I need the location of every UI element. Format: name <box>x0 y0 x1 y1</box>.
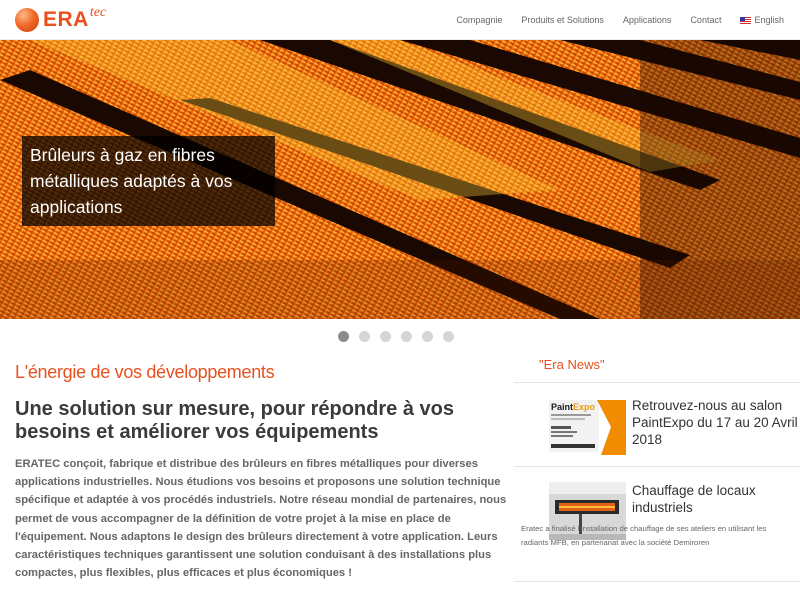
hero-caption: Brûleurs à gaz en fibres métalliques ada… <box>22 136 275 226</box>
logo-brand: ERA <box>43 8 89 31</box>
svg-text:PaintExpo: PaintExpo <box>551 402 596 412</box>
logo-sphere-icon <box>15 8 39 32</box>
nav-applications[interactable]: Applications <box>623 15 672 25</box>
news-section-title: "Era News" <box>539 357 605 372</box>
news-divider <box>514 382 800 383</box>
carousel-dot-1[interactable] <box>338 331 349 342</box>
news-divider <box>514 466 800 467</box>
carousel-dot-6[interactable] <box>443 331 454 342</box>
carousel-pagination <box>338 331 464 342</box>
news-divider <box>514 581 800 582</box>
news-item-chauffage[interactable]: Chauffage de locaux industriels <box>549 482 800 540</box>
hero-slider[interactable]: Brûleurs à gaz en fibres métalliques ada… <box>0 40 800 319</box>
nav-produits-solutions[interactable]: Produits et Solutions <box>521 15 604 25</box>
carousel-dot-4[interactable] <box>401 331 412 342</box>
news-item-paintexpo[interactable]: PaintExpo Retrouvez-nous au salon PaintE… <box>549 397 799 457</box>
nav-language-label: English <box>754 15 784 25</box>
nav-language-english[interactable]: English <box>740 15 784 25</box>
main-nav: Compagnie Produits et Solutions Applicat… <box>437 0 784 40</box>
eratec-logo[interactable]: ERA tec <box>15 5 107 34</box>
paintexpo-thumbnail[interactable]: PaintExpo <box>549 397 626 455</box>
news-heading-chauffage[interactable]: Chauffage de locaux industriels <box>632 482 800 516</box>
site-header: ERA tec Compagnie Produits et Solutions … <box>0 0 800 40</box>
section-tagline: L'énergie de vos développements <box>15 362 275 382</box>
nav-compagnie[interactable]: Compagnie <box>456 15 502 25</box>
news-heading-paintexpo[interactable]: Retrouvez-nous au salon PaintExpo du 17 … <box>632 397 800 448</box>
carousel-dot-5[interactable] <box>422 331 433 342</box>
news-description-chauffage: Eratec a finalisé l'installation de chau… <box>521 524 767 547</box>
logo-suffix: tec <box>89 5 107 20</box>
section-body-text: ERATEC conçoit, fabrique et distribue de… <box>15 458 507 580</box>
carousel-dot-3[interactable] <box>380 331 391 342</box>
us-flag-icon <box>740 16 752 24</box>
section-headline: Une solution sur mesure, pour répondre à… <box>15 398 454 443</box>
carousel-dot-2[interactable] <box>359 331 370 342</box>
nav-contact[interactable]: Contact <box>690 15 721 25</box>
